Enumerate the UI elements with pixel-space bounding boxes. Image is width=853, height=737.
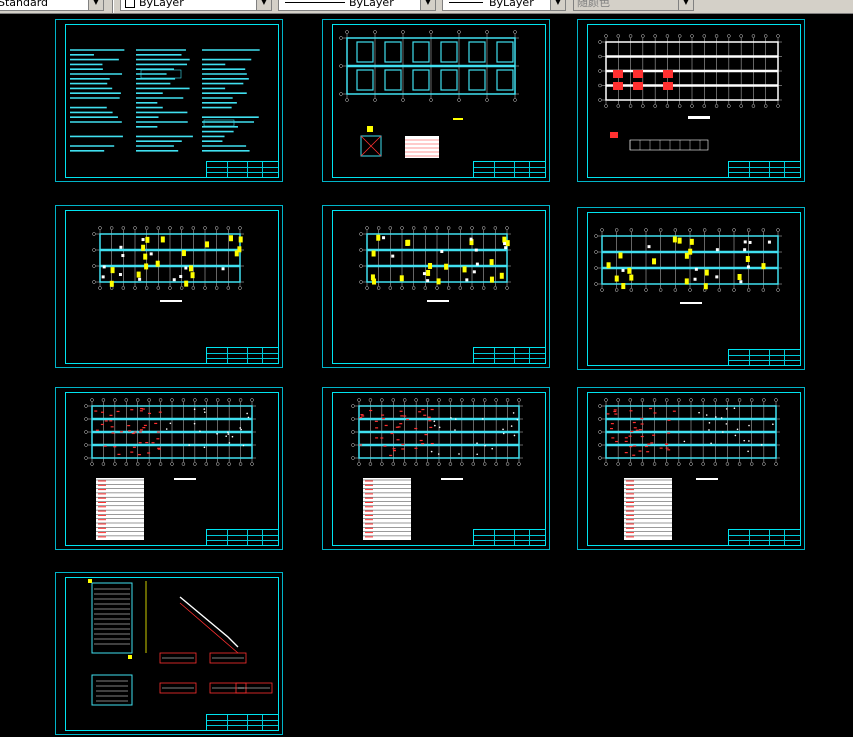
- chevron-down-icon[interactable]: ▼: [550, 0, 565, 10]
- color-swatch-icon: [125, 0, 135, 8]
- sheet-drawing: [70, 49, 260, 152]
- sheet-slab-rebar-1[interactable]: [55, 387, 283, 550]
- sheet-drawing: [594, 228, 782, 304]
- sheet-drawing: [84, 398, 256, 540]
- sheet-drawing: [359, 226, 511, 302]
- sheet-drawing: [339, 30, 519, 158]
- title-block: [206, 529, 279, 546]
- chevron-down-icon[interactable]: ▼: [256, 0, 271, 10]
- title-block: [473, 529, 546, 546]
- sheet-foundation-plan[interactable]: [322, 19, 550, 182]
- text-style-value: Standard: [0, 0, 49, 9]
- plot-style-value: 随颜色: [577, 0, 610, 9]
- sheet-floor-plan-1[interactable]: [55, 205, 283, 368]
- sheet-stair-details[interactable]: [55, 572, 283, 735]
- lineweight-value: ByLayer: [489, 0, 534, 9]
- lineweight-dropdown[interactable]: ByLayer ▼: [442, 0, 566, 11]
- linetype-preview-icon: [285, 2, 345, 3]
- sheet-general-notes[interactable]: [55, 19, 283, 182]
- text-style-dropdown[interactable]: Standard ▼: [0, 0, 104, 11]
- lineweight-preview-icon: [449, 2, 483, 3]
- chevron-down-icon[interactable]: ▼: [88, 0, 103, 10]
- sheet-drawing: [598, 398, 780, 540]
- sheet-column-layout[interactable]: [577, 19, 805, 182]
- title-block: [206, 714, 279, 731]
- sheet-floor-plan-2[interactable]: [322, 205, 550, 368]
- sheet-slab-rebar-3[interactable]: [577, 387, 805, 550]
- title-block: [728, 529, 801, 546]
- title-block: [473, 161, 546, 178]
- properties-toolbar: Standard ▼ ByLayer ▼ ByLayer ▼ ByLayer ▼…: [0, 0, 853, 14]
- chevron-down-icon[interactable]: ▼: [420, 0, 435, 10]
- plot-style-dropdown[interactable]: 随颜色 ▼: [573, 0, 694, 11]
- title-block: [473, 347, 546, 364]
- sheet-floor-plan-3[interactable]: [577, 207, 805, 370]
- sheet-slab-rebar-2[interactable]: [322, 387, 550, 550]
- sheet-drawing: [598, 34, 782, 151]
- layer-color-dropdown[interactable]: ByLayer ▼: [120, 0, 272, 11]
- title-block: [728, 161, 801, 178]
- sheet-drawing: [351, 398, 523, 540]
- linetype-dropdown[interactable]: ByLayer ▼: [278, 0, 436, 11]
- title-block: [206, 347, 279, 364]
- sheet-drawing: [92, 226, 244, 302]
- sheet-drawing: [88, 579, 273, 706]
- layer-color-value: ByLayer: [139, 0, 184, 9]
- chevron-down-icon[interactable]: ▼: [678, 0, 693, 10]
- title-block: [728, 349, 801, 366]
- title-block: [206, 161, 279, 178]
- drawing-canvas[interactable]: [0, 14, 853, 737]
- toolbar-separator: [112, 0, 114, 13]
- linetype-value: ByLayer: [349, 0, 394, 9]
